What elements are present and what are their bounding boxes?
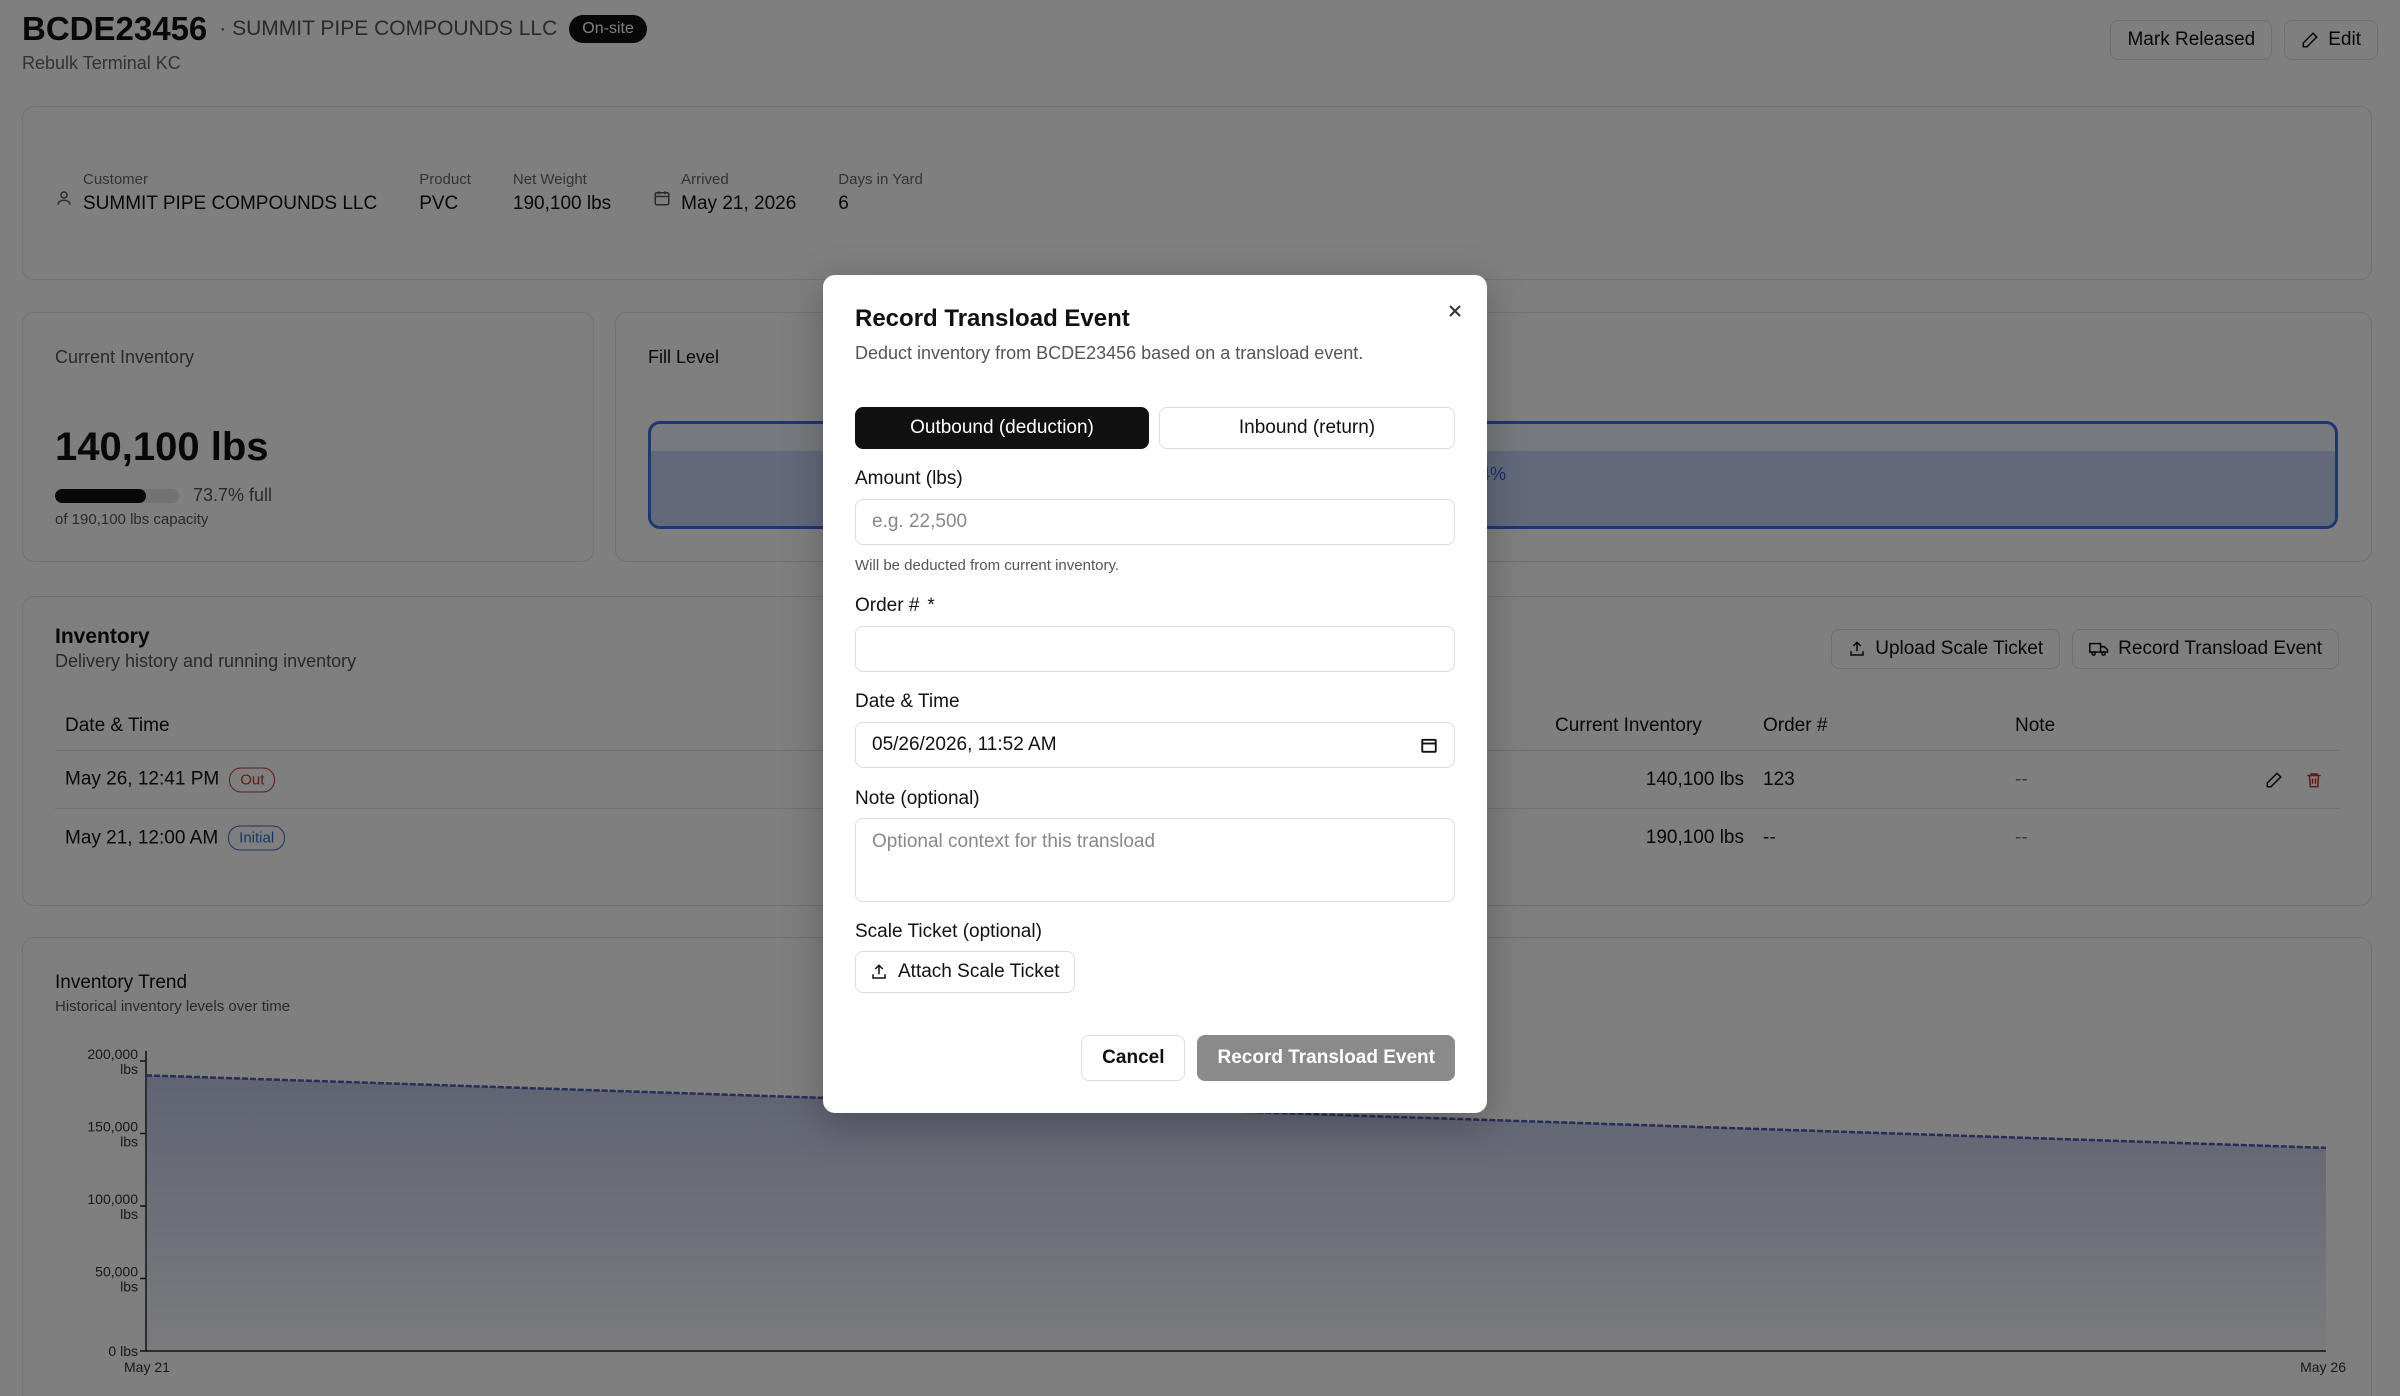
direction-toggle: Outbound (deduction) Inbound (return) [855, 407, 1455, 449]
tab-inbound[interactable]: Inbound (return) [1159, 407, 1455, 449]
submit-button[interactable]: Record Transload Event [1197, 1035, 1455, 1081]
order-label: Order # * [855, 595, 935, 617]
datetime-value: 05/26/2026, 11:52 AM [872, 734, 1057, 755]
note-textarea[interactable]: Optional context for this transload [855, 818, 1455, 902]
amount-label: Amount (lbs) [855, 468, 963, 489]
dialog-description: Deduct inventory from BCDE23456 based on… [855, 343, 1364, 363]
record-transload-dialog: Record Transload Event Deduct inventory … [823, 275, 1487, 1113]
order-input[interactable] [855, 626, 1455, 672]
calendar-icon[interactable] [1420, 736, 1438, 754]
cancel-button[interactable]: Cancel [1081, 1035, 1186, 1081]
amount-help-text: Will be deducted from current inventory. [855, 557, 1120, 574]
upload-icon [870, 963, 888, 981]
amount-input[interactable]: e.g. 22,500 [855, 499, 1455, 545]
close-button[interactable] [1445, 301, 1465, 321]
close-icon [1449, 305, 1461, 317]
dialog-title: Record Transload Event [855, 305, 1130, 332]
shipment-detail-page: BCDE23456 · SUMMIT PIPE COMPOUNDS LLC On… [0, 0, 2400, 1396]
attach-label: Attach Scale Ticket [898, 961, 1060, 982]
datetime-input[interactable]: 05/26/2026, 11:52 AM [855, 722, 1455, 768]
attach-scale-ticket-button[interactable]: Attach Scale Ticket [855, 951, 1075, 993]
order-label-text: Order # [855, 595, 920, 616]
note-label: Note (optional) [855, 788, 980, 809]
tab-outbound[interactable]: Outbound (deduction) [855, 407, 1149, 449]
scale-ticket-label: Scale Ticket (optional) [855, 921, 1042, 942]
datetime-label: Date & Time [855, 691, 960, 712]
required-marker: * [927, 595, 935, 616]
